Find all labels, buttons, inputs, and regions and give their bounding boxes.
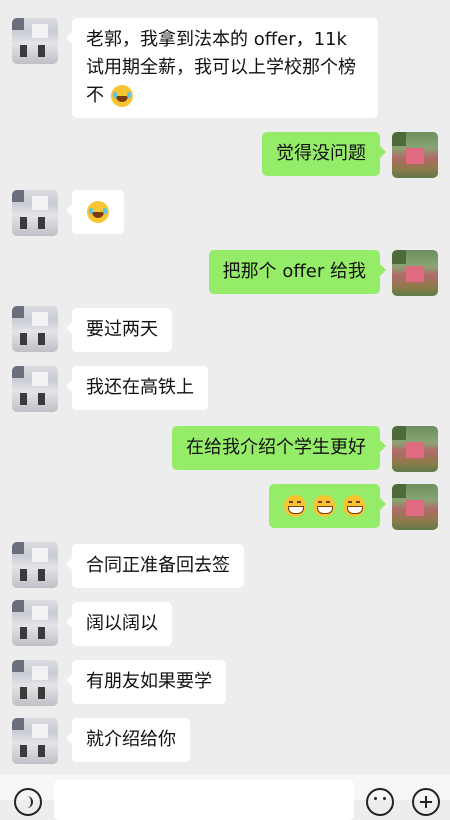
input-bar — [0, 774, 450, 820]
contact-avatar[interactable] — [12, 190, 58, 236]
my-avatar[interactable] — [392, 484, 438, 530]
contact-avatar[interactable] — [12, 718, 58, 764]
message-text: 就介绍给你 — [86, 729, 176, 750]
laughing-with-tears-icon — [87, 201, 109, 223]
chat-area: 老郭，我拿到法本的 offer，11k 试用期全薪，我可以上学校那个榜不 觉得没… — [0, 0, 450, 800]
my-avatar[interactable] — [392, 426, 438, 472]
contact-avatar[interactable] — [12, 306, 58, 352]
contact-avatar[interactable] — [12, 600, 58, 646]
message-text: 要过两天 — [86, 319, 158, 340]
message-bubble[interactable]: 阔以阔以 — [66, 602, 172, 646]
message-text: 把那个 offer 给我 — [222, 261, 366, 282]
contact-avatar[interactable] — [12, 366, 58, 412]
grinning-face-icon — [313, 495, 336, 517]
my-avatar[interactable] — [392, 250, 438, 296]
laughing-with-tears-icon — [110, 85, 133, 107]
message-text: 有朋友如果要学 — [86, 671, 212, 692]
message-bubble[interactable]: 我还在高铁上 — [66, 366, 208, 410]
message-bubble[interactable] — [268, 484, 387, 528]
message-bubble[interactable]: 把那个 offer 给我 — [208, 250, 387, 294]
message-bubble[interactable]: 有朋友如果要学 — [66, 660, 226, 704]
contact-avatar[interactable] — [12, 542, 58, 588]
grinning-face-icon — [283, 495, 306, 517]
message-bubble[interactable]: 在给我介绍个学生更好 — [172, 426, 386, 470]
plus-icon[interactable] — [412, 788, 440, 816]
message-text: 觉得没问题 — [276, 143, 366, 164]
message-bubble[interactable]: 要过两天 — [66, 308, 172, 352]
message-input[interactable] — [54, 780, 354, 820]
message-text: 阔以阔以 — [86, 613, 158, 634]
grinning-face-icon — [343, 495, 365, 517]
message-text: 我还在高铁上 — [86, 377, 194, 398]
contact-avatar[interactable] — [12, 18, 58, 64]
message-text: 在给我介绍个学生更好 — [186, 437, 366, 458]
my-avatar[interactable] — [392, 132, 438, 178]
message-bubble[interactable]: 就介绍给你 — [66, 718, 190, 762]
voice-icon[interactable] — [14, 788, 42, 816]
message-bubble[interactable]: 老郭，我拿到法本的 offer，11k 试用期全薪，我可以上学校那个榜不 — [66, 18, 378, 118]
message-text: 合同正准备回去签 — [86, 555, 230, 576]
contact-avatar[interactable] — [12, 660, 58, 706]
emoji-icon[interactable] — [366, 788, 394, 816]
message-bubble[interactable] — [66, 190, 124, 234]
message-bubble[interactable]: 觉得没问题 — [262, 132, 386, 176]
message-bubble[interactable]: 合同正准备回去签 — [66, 544, 244, 588]
